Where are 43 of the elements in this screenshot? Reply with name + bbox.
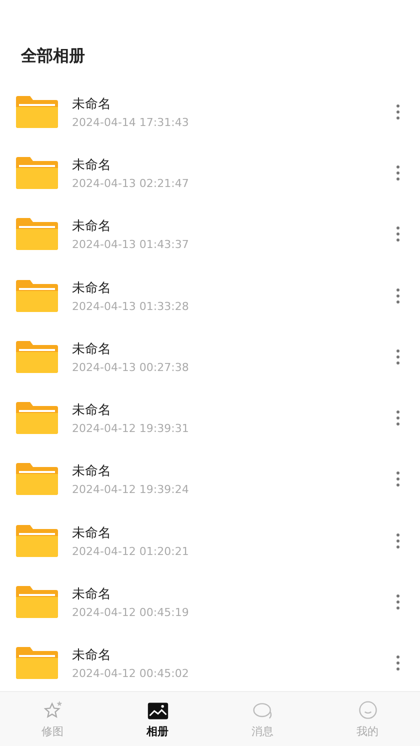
album-name[interactable]: 未命名 — [72, 156, 396, 174]
more-icon[interactable] — [396, 164, 400, 181]
more-icon[interactable] — [396, 410, 400, 426]
more-icon[interactable] — [396, 655, 400, 672]
album-name[interactable]: 未命名 — [72, 278, 396, 297]
album-date: 2024-04-12 00:45:02 — [72, 667, 190, 680]
folder-icon — [16, 96, 58, 128]
folder-icon — [16, 524, 58, 557]
folder-icon — [16, 402, 58, 434]
face-icon — [356, 700, 378, 722]
album-date: 2024-04-14 17:31:43 — [72, 116, 190, 129]
album-date: 2024-04-12 00:45:19 — [72, 606, 190, 620]
folder-icon — [16, 280, 58, 312]
more-icon[interactable] — [396, 471, 400, 488]
album-name[interactable]: 未命名 — [72, 340, 396, 358]
album-name[interactable]: 未命名 — [72, 401, 396, 420]
folder-icon — [16, 218, 58, 250]
more-icon[interactable] — [396, 226, 400, 242]
page-title: 全部相册 — [20, 45, 86, 66]
album-date: 2024-04-12 19:39:31 — [72, 422, 190, 436]
album-name[interactable]: 未命名 — [72, 462, 396, 480]
folder-icon — [16, 647, 58, 680]
album-date: 2024-04-12 01:20:21 — [72, 544, 190, 558]
album-date: 2024-04-12 19:39:24 — [72, 483, 190, 496]
more-icon[interactable] — [396, 104, 400, 120]
album-date: 2024-04-13 01:43:37 — [72, 238, 190, 252]
album-date: 2024-04-13 02:21:47 — [72, 176, 190, 190]
album-name[interactable]: 未命名 — [72, 524, 396, 542]
more-icon[interactable] — [396, 532, 400, 549]
more-icon[interactable] — [396, 288, 400, 304]
tab[interactable]: 相册 — [105, 692, 210, 746]
folder-icon — [16, 586, 58, 618]
album-name[interactable]: 未命名 — [72, 646, 396, 664]
album-name[interactable]: 未命名 — [72, 94, 396, 113]
folder-icon — [16, 463, 58, 496]
more-icon[interactable] — [396, 348, 400, 365]
folder-icon — [16, 156, 58, 189]
album-name[interactable]: 未命名 — [72, 585, 396, 604]
more-icon[interactable] — [396, 594, 400, 610]
album-date: 2024-04-13 01:33:28 — [72, 300, 190, 313]
album-name[interactable]: 未命名 — [72, 217, 396, 236]
folder-icon — [16, 340, 58, 373]
album-date: 2024-04-13 00:27:38 — [72, 360, 190, 374]
